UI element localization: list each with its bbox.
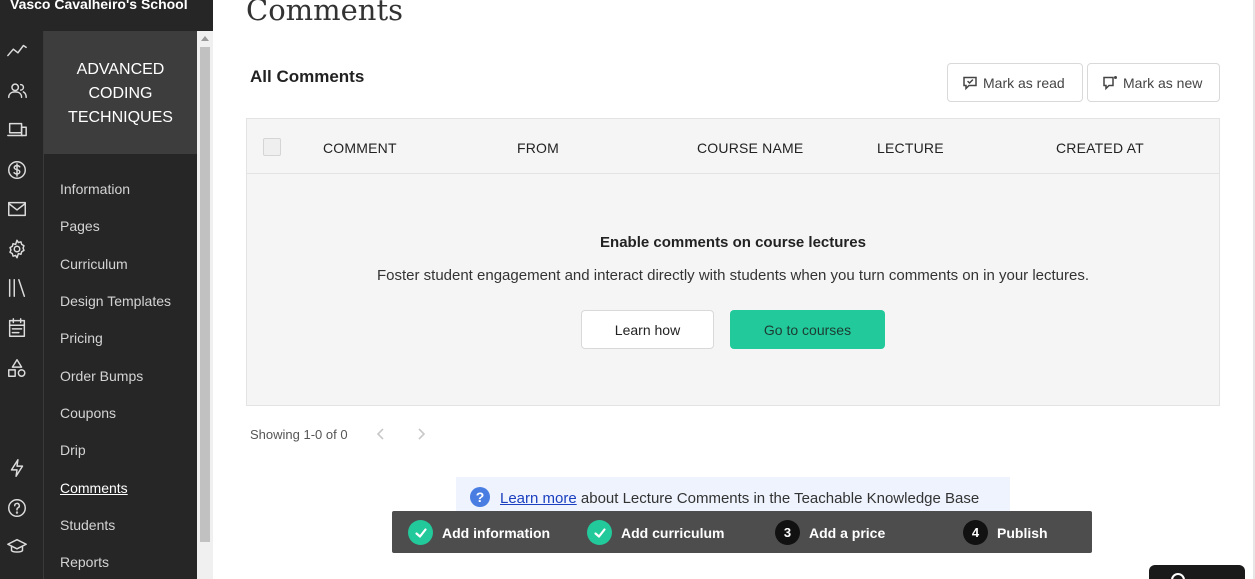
help-chat-widget[interactable]: [1149, 565, 1245, 579]
mail-icon[interactable]: [5, 197, 29, 221]
course-setup-progress: Add information Add curriculum 3 Add a p…: [392, 511, 1092, 553]
mark-as-new-label: Mark as new: [1123, 74, 1203, 91]
step-label: Add a price: [809, 524, 886, 541]
question-icon: ?: [470, 487, 490, 507]
step-label: Publish: [997, 524, 1048, 541]
knowledge-base-description: about Lecture Comments in the Teachable …: [576, 490, 980, 507]
page-title: Comments: [246, 0, 404, 27]
nav-item-pages[interactable]: Pages: [60, 218, 100, 234]
comment-new-icon: [1103, 75, 1117, 90]
step-label: Add information: [442, 524, 551, 541]
prev-page-icon[interactable]: [374, 427, 388, 441]
nav-item-curriculum[interactable]: Curriculum: [60, 256, 128, 272]
course-title-line: ADVANCED: [76, 61, 165, 78]
column-header-from[interactable]: FROM: [517, 140, 559, 156]
main-content: Comments All Comments Mark as read Mark …: [213, 0, 1255, 579]
course-title-line: CODING: [88, 85, 153, 102]
nav-item-coupons[interactable]: Coupons: [60, 405, 116, 421]
empty-state-title: Enable comments on course lectures: [600, 234, 866, 251]
nav-item-drip[interactable]: Drip: [60, 442, 86, 458]
graduation-cap-icon[interactable]: [5, 535, 29, 559]
chat-icon: [1171, 573, 1185, 579]
section-title: All Comments: [250, 67, 365, 86]
nav-item-comments[interactable]: Comments: [60, 480, 128, 496]
analytics-icon[interactable]: [5, 39, 29, 63]
dollar-icon[interactable]: [5, 158, 29, 182]
check-icon: [587, 520, 612, 545]
step-number: 4: [963, 520, 988, 545]
course-title-line: TECHNIQUES: [68, 109, 173, 126]
column-header-lecture[interactable]: LECTURE: [877, 140, 944, 156]
mark-as-read-button[interactable]: Mark as read: [947, 63, 1083, 102]
help-icon[interactable]: [5, 496, 29, 520]
step-publish[interactable]: 4 Publish: [963, 520, 1048, 545]
check-icon: [408, 520, 433, 545]
column-header-comment[interactable]: COMMENT: [323, 140, 397, 156]
select-all-checkbox[interactable]: [263, 138, 281, 156]
learn-how-button[interactable]: Learn how: [581, 310, 714, 349]
scroll-thumb[interactable]: [200, 47, 210, 542]
devices-icon[interactable]: [5, 118, 29, 142]
shapes-icon[interactable]: [5, 356, 29, 380]
nav-item-order-bumps[interactable]: Order Bumps: [60, 368, 143, 384]
step-number: 3: [775, 520, 800, 545]
course-title[interactable]: ADVANCED CODING TECHNIQUES: [44, 31, 197, 154]
calendar-icon[interactable]: [5, 316, 29, 340]
comments-table: COMMENT FROM COURSE NAME LECTURE CREATED…: [246, 118, 1220, 406]
next-page-icon[interactable]: [414, 427, 428, 441]
nav-item-design-templates[interactable]: Design Templates: [60, 293, 171, 309]
nav-item-information[interactable]: Information: [60, 181, 130, 197]
library-icon[interactable]: [5, 276, 29, 300]
pagination-summary: Showing 1-0 of 0: [250, 427, 348, 442]
column-header-course-name[interactable]: COURSE NAME: [697, 140, 803, 156]
sidebar-scrollbar[interactable]: [197, 31, 213, 579]
mark-as-read-label: Mark as read: [983, 74, 1065, 91]
nav-item-students[interactable]: Students: [60, 517, 115, 533]
mark-as-new-button[interactable]: Mark as new: [1087, 63, 1220, 102]
learn-more-link[interactable]: Learn more: [500, 490, 577, 507]
app-root: Vasco Cavalheiro's School ADVANCED CODIN…: [0, 0, 1255, 579]
knowledge-base-text: Learn more about Lecture Comments in the…: [500, 490, 979, 507]
nav-item-reports[interactable]: Reports: [60, 554, 109, 570]
table-header: COMMENT FROM COURSE NAME LECTURE CREATED…: [247, 119, 1219, 174]
step-add-a-price[interactable]: 3 Add a price: [775, 520, 885, 545]
lightning-icon[interactable]: [5, 456, 29, 480]
step-add-information[interactable]: Add information: [408, 520, 550, 545]
nav-item-pricing[interactable]: Pricing: [60, 330, 103, 346]
scroll-up-arrow-icon[interactable]: [201, 36, 209, 41]
users-icon[interactable]: [5, 79, 29, 103]
step-label: Add curriculum: [621, 524, 725, 541]
go-to-courses-button[interactable]: Go to courses: [730, 310, 885, 349]
school-name[interactable]: Vasco Cavalheiro's School: [0, 0, 213, 31]
gear-icon[interactable]: [5, 237, 29, 261]
empty-state-description: Foster student engagement and interact d…: [376, 267, 1090, 284]
course-nav: ADVANCED CODING TECHNIQUES Information P…: [44, 31, 197, 579]
column-header-created-at[interactable]: CREATED AT: [1056, 140, 1144, 156]
step-add-curriculum[interactable]: Add curriculum: [587, 520, 724, 545]
comment-icon: [963, 76, 977, 90]
icon-rail: [0, 31, 44, 579]
